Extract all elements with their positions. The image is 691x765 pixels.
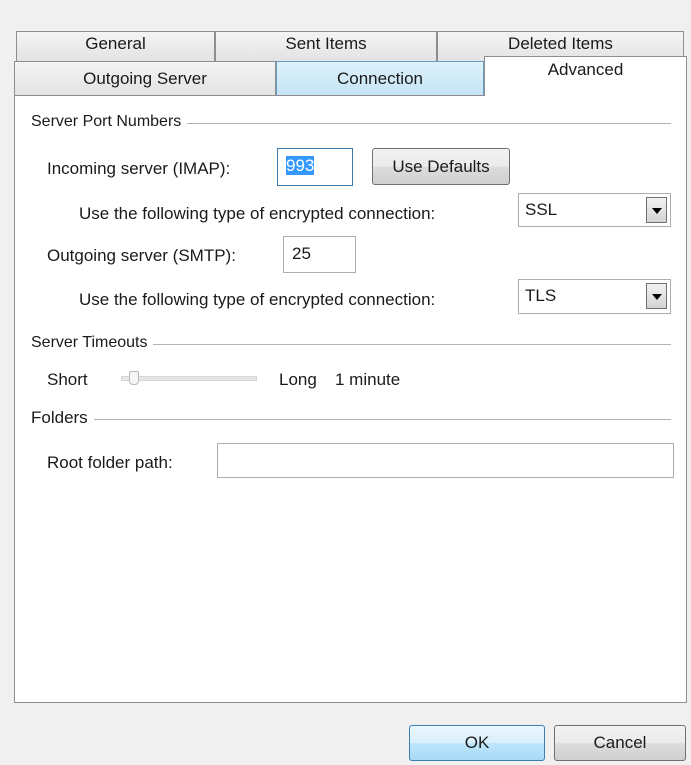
tab-deleted-items-label: Deleted Items (508, 34, 613, 53)
advanced-panel: Server Port Numbers Incoming server (IMA… (14, 95, 687, 703)
timeout-slider-track[interactable] (121, 376, 257, 381)
tab-general[interactable]: General (16, 31, 215, 61)
server-timeouts-group-label: Server Timeouts (31, 334, 154, 352)
folders-divider (31, 419, 671, 420)
tab-connection-label: Connection (336, 69, 423, 88)
tab-sent-items[interactable]: Sent Items (215, 31, 437, 61)
tab-outgoing-server-label: Outgoing Server (83, 69, 207, 88)
outgoing-encryption-dropdown-button[interactable] (646, 283, 667, 309)
outgoing-encryption-label: Use the following type of encrypted conn… (79, 290, 436, 309)
incoming-encryption-value: SSL (525, 200, 558, 219)
incoming-encryption-dropdown-button[interactable] (646, 197, 667, 223)
tab-advanced[interactable]: Advanced (484, 56, 687, 96)
incoming-port-value: 993 (286, 156, 315, 175)
incoming-server-label: Incoming server (IMAP): (47, 159, 231, 178)
tab-advanced-label: Advanced (547, 60, 624, 79)
timeout-short-label: Short (47, 370, 88, 389)
chevron-down-icon (652, 208, 662, 214)
outgoing-port-field[interactable]: 25 (283, 236, 356, 273)
ok-label: OK (464, 733, 490, 752)
timeout-value-label: 1 minute (335, 370, 401, 389)
tab-connection[interactable]: Connection (276, 61, 484, 95)
tab-outgoing-server[interactable]: Outgoing Server (14, 61, 276, 95)
use-defaults-button[interactable]: Use Defaults (372, 148, 510, 185)
tab-general-label: General (85, 34, 146, 53)
tab-sent-items-label: Sent Items (285, 34, 367, 53)
timeout-long-label: Long (279, 370, 317, 389)
server-ports-group-label: Server Port Numbers (31, 113, 188, 131)
cancel-button[interactable]: Cancel (554, 725, 686, 761)
incoming-port-field[interactable]: 993 (277, 148, 353, 186)
incoming-encryption-select[interactable]: SSL (518, 193, 671, 227)
outgoing-encryption-select[interactable]: TLS (518, 279, 671, 314)
outgoing-encryption-value: TLS (525, 286, 557, 305)
chevron-down-icon (652, 294, 662, 300)
folders-group-label: Folders (31, 408, 94, 428)
ok-button[interactable]: OK (409, 725, 545, 761)
cancel-label: Cancel (593, 733, 647, 752)
outgoing-server-label: Outgoing server (SMTP): (47, 246, 236, 265)
root-folder-label: Root folder path: (47, 453, 173, 472)
use-defaults-label: Use Defaults (392, 157, 490, 176)
outgoing-port-value: 25 (292, 244, 311, 263)
incoming-encryption-label: Use the following type of encrypted conn… (79, 204, 436, 223)
timeout-slider-thumb[interactable] (129, 371, 140, 385)
root-folder-field[interactable] (217, 443, 674, 478)
